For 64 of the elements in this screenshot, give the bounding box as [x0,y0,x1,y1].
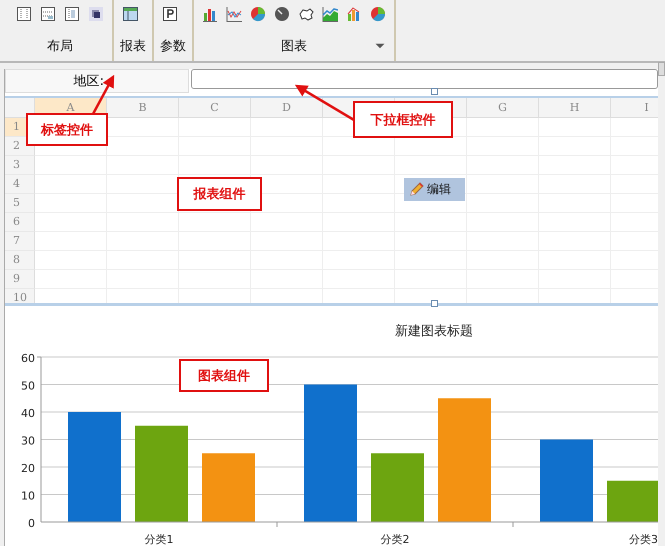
tool-button[interactable] [14,4,34,24]
bar [607,480,658,522]
callout-tooltip: 图表组件 [179,359,269,392]
tool-button[interactable] [272,4,292,24]
dropdown-field[interactable] [191,69,658,89]
tool-button[interactable] [62,4,82,24]
category-label: 分类1 [144,533,174,546]
column-header[interactable]: I [611,98,658,118]
callout-tooltip: 报表组件 [177,177,262,211]
layers-icon [88,6,104,22]
table-icon [122,6,138,22]
callout-tooltip: 标签控件 [26,113,108,146]
category-label: 分类3 [629,533,658,546]
row-header[interactable]: 4 [5,175,35,194]
area-chart-icon [322,6,338,22]
layout-icon [16,6,32,22]
tool-button[interactable] [120,4,140,24]
chart-title: 新建图表标题 [395,324,473,339]
map-icon [298,6,314,22]
pie-chart-icon [250,6,266,22]
group-label: 图表 [281,38,307,55]
axis-tick-label: 30 [21,434,35,448]
layout-icon [64,6,80,22]
group-label: 报表 [120,38,146,55]
callout-tooltip: 下拉框控件 [353,101,453,138]
row-header[interactable]: 7 [5,232,35,251]
axis-tick-label: 40 [21,407,35,420]
category-label: 分类2 [380,533,410,546]
row-header[interactable]: 10 [5,289,35,303]
resize-handle[interactable] [431,300,438,307]
pencil-icon [408,182,424,198]
scrollbar[interactable] [658,62,665,76]
row-header[interactable]: 8 [5,251,35,270]
column-header[interactable]: B [107,98,179,118]
row-header[interactable]: 9 [5,270,35,289]
bar [202,453,255,522]
axis-tick-label: 0 [28,517,35,530]
layout-icon [40,6,56,22]
group-label: 参数 [160,38,186,55]
bar-chart-icon [202,6,218,22]
group-label: 布局 [47,38,73,55]
combo-chart-icon [346,6,362,22]
column-header[interactable]: H [539,98,611,118]
axis-tick-label: 10 [21,490,35,502]
axis-tick-label: 50 [21,380,35,392]
axis-tick-label: 20 [21,462,35,475]
axis-tick-label: 60 [21,352,35,365]
parameter-label: 地区: [74,73,104,90]
gauge-icon [274,6,290,22]
row-header[interactable]: 5 [5,194,35,213]
row-header[interactable]: 6 [5,213,35,232]
column-header[interactable]: G [467,98,539,118]
pie-chart-icon [370,6,386,22]
tool-button[interactable] [86,4,106,24]
line-chart-icon [226,6,242,22]
tool-button[interactable] [38,4,58,24]
edit-button[interactable]: 编辑 [404,178,465,201]
column-header[interactable]: C [179,98,251,118]
tool-button[interactable] [160,4,180,24]
column-header[interactable]: D [251,98,323,118]
resize-handle[interactable] [431,88,438,95]
bar [371,453,424,522]
parameter-icon [162,6,178,22]
row-header[interactable]: 3 [5,156,35,175]
